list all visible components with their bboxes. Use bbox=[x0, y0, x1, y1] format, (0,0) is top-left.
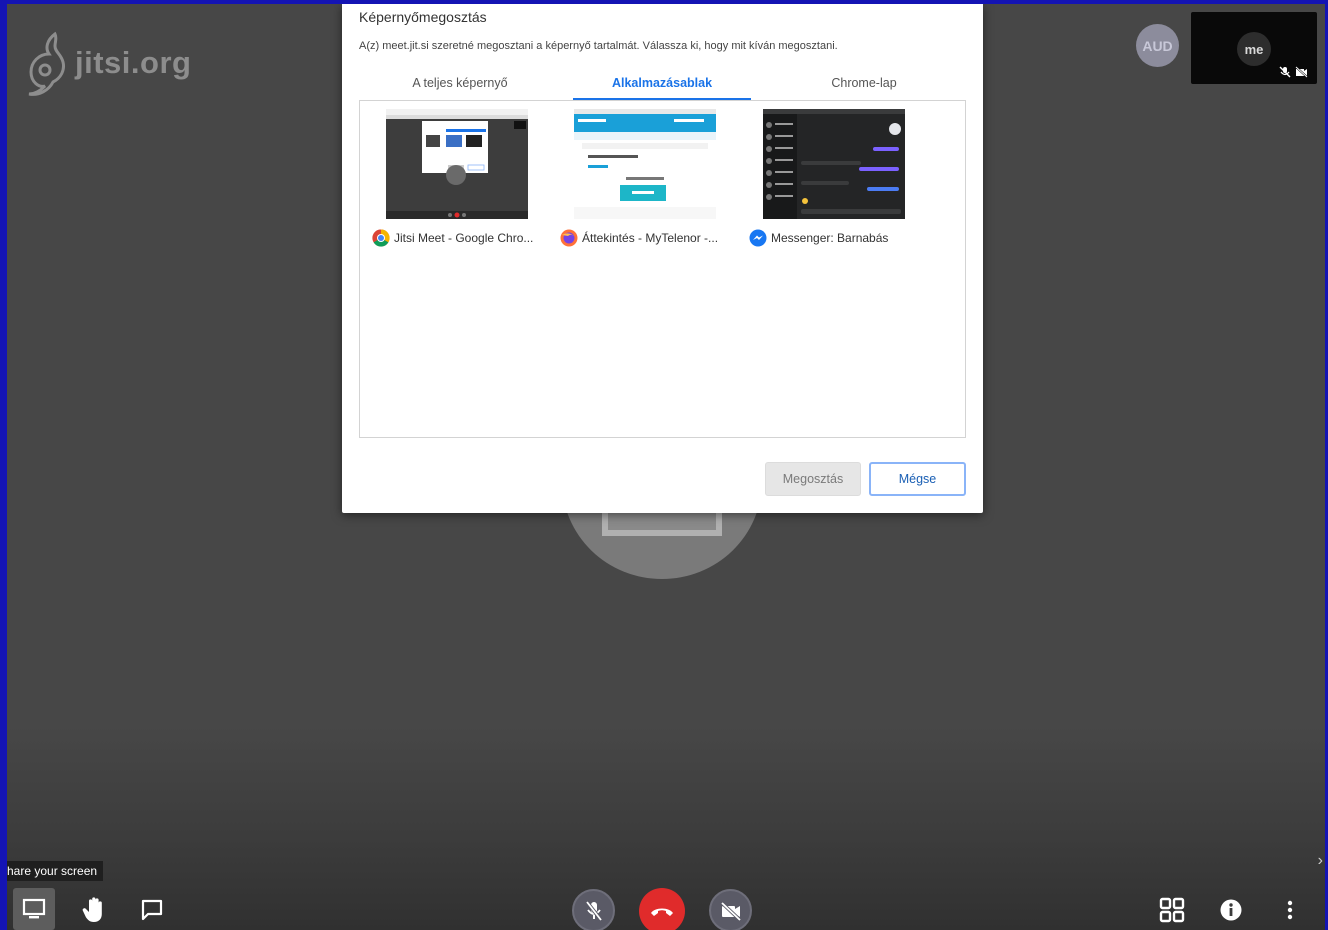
remote-participant-avatar[interactable]: AUD bbox=[1136, 24, 1179, 67]
local-avatar: me bbox=[1237, 32, 1271, 66]
camera-off-small-icon bbox=[1295, 66, 1308, 78]
firefox-icon bbox=[560, 229, 578, 247]
window-title: Jitsi Meet - Google Chro... bbox=[394, 231, 534, 245]
jitsi-logo[interactable]: jitsi.org bbox=[25, 30, 191, 96]
chat-button[interactable] bbox=[131, 890, 173, 930]
microphone-button[interactable] bbox=[572, 889, 615, 930]
screen-share-icon bbox=[22, 898, 46, 919]
meeting-stage: jitsi.org AUD me Képernyőmegosztás A(z) … bbox=[7, 4, 1325, 930]
window-thumbnail bbox=[386, 109, 528, 219]
chrome-icon bbox=[372, 229, 390, 247]
window-list: Jitsi Meet - Google Chro... Áttekintés -… bbox=[359, 100, 966, 438]
hangup-button[interactable] bbox=[639, 888, 685, 930]
tile-view-icon bbox=[1159, 897, 1185, 923]
mic-muted-small-icon bbox=[1279, 66, 1291, 78]
chevron-right-icon[interactable]: › bbox=[1318, 852, 1323, 870]
window-label: Áttekintés - MyTelenor -... bbox=[560, 229, 718, 247]
window-label: Jitsi Meet - Google Chro... bbox=[372, 229, 533, 247]
messenger-icon bbox=[749, 229, 767, 247]
tab-entire-screen[interactable]: A teljes képernyő bbox=[359, 70, 561, 100]
logo-text: jitsi.org bbox=[75, 45, 192, 80]
local-video-thumbnail[interactable]: me bbox=[1191, 12, 1317, 84]
camera-off-icon bbox=[720, 901, 741, 921]
more-icon bbox=[1287, 900, 1293, 920]
tab-application-window[interactable]: Alkalmazásablak bbox=[561, 70, 763, 100]
share-button[interactable]: Megosztás bbox=[765, 462, 861, 496]
window-thumbnail bbox=[763, 109, 905, 219]
dialog-description: A(z) meet.jit.si szeretné megosztani a k… bbox=[359, 40, 838, 52]
screen-share-button[interactable] bbox=[13, 888, 55, 930]
share-screen-tooltip: hare your screen bbox=[7, 861, 104, 881]
raise-hand-button[interactable] bbox=[73, 890, 115, 930]
hangup-icon bbox=[651, 908, 673, 916]
screen-share-dialog: Képernyőmegosztás A(z) meet.jit.si szere… bbox=[342, 4, 983, 513]
share-tabs: A teljes képernyő Alkalmazásablak Chrome… bbox=[359, 70, 965, 100]
more-options-button[interactable] bbox=[1275, 890, 1305, 930]
chat-icon bbox=[141, 899, 163, 921]
tile-view-button[interactable] bbox=[1153, 890, 1191, 930]
jitsi-logo-icon bbox=[28, 31, 65, 96]
mic-muted-icon bbox=[585, 900, 602, 921]
camera-button[interactable] bbox=[709, 889, 752, 930]
tab-chrome-tab[interactable]: Chrome-lap bbox=[763, 70, 965, 100]
raise-hand-icon bbox=[82, 897, 102, 922]
window-title: Messenger: Barnabás bbox=[771, 231, 889, 245]
dialog-title: Képernyőmegosztás bbox=[359, 9, 487, 25]
window-thumbnail bbox=[574, 109, 716, 219]
cancel-button[interactable]: Mégse bbox=[869, 462, 966, 496]
info-icon bbox=[1220, 899, 1242, 921]
window-label: Messenger: Barnabás bbox=[749, 229, 888, 247]
info-button[interactable] bbox=[1213, 890, 1249, 930]
window-title: Áttekintés - MyTelenor -... bbox=[582, 231, 719, 245]
